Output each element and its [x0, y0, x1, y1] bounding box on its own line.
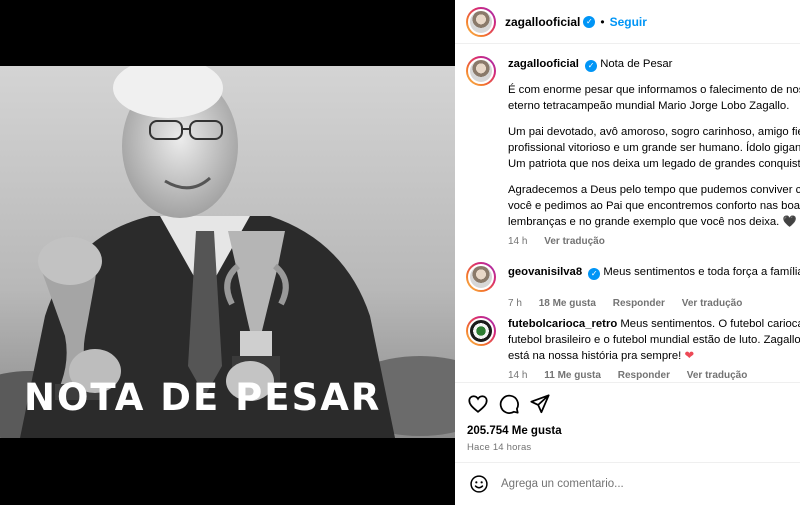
comment-time: 7 h	[508, 298, 522, 309]
separator-dot: •	[600, 14, 605, 29]
caption-time: 14 h	[508, 236, 528, 247]
comments-list[interactable]: zagallooficial ✓ Nota de Pesar É com eno…	[455, 44, 800, 382]
red-heart-icon: ❤	[684, 350, 694, 362]
comment-item: futebolcarioca_retro Meus sentimentos. O…	[466, 316, 800, 381]
commenter-avatar[interactable]	[466, 262, 496, 292]
caption-line: Agradecemos a Deus pelo tempo que pudemo…	[508, 184, 800, 196]
reply-button[interactable]: Responder	[613, 298, 665, 309]
post-time: Hace 14 horas	[467, 442, 532, 453]
post-photo[interactable]: NOTA DE PESAR	[0, 66, 455, 438]
overlay-title: NOTA DE PESAR	[24, 376, 382, 419]
caption-line: Um patriota que nos deixa um legado de g…	[508, 158, 800, 170]
caption-line: eterno tetracampeão mundial Mario Jorge …	[508, 100, 790, 112]
caption-line: você e pedimos ao Pai que encontremos co…	[508, 200, 800, 212]
verified-badge-icon: ✓	[588, 268, 601, 280]
caption-line: Um pai devotado, avô amoroso, sogro cari…	[508, 126, 800, 138]
comment-text: futebol brasileiro e o futebol mundial e…	[508, 334, 800, 346]
post-media: NOTA DE PESAR	[0, 0, 455, 505]
caption-avatar[interactable]	[466, 56, 496, 86]
like-heart-icon[interactable]	[467, 393, 489, 415]
comment-composer	[455, 462, 800, 505]
comment-time: 14 h	[508, 370, 528, 381]
caption: zagallooficial ✓ Nota de Pesar É com eno…	[466, 56, 800, 247]
verified-badge-icon: ✓	[583, 15, 596, 28]
comment-likes[interactable]: 18 Me gusta	[539, 298, 596, 309]
commenter-avatar[interactable]	[466, 316, 496, 346]
post-side-panel: zagallooficial ✓ • Seguir zagallooficial…	[455, 0, 800, 505]
commenter-username[interactable]: futebolcarioca_retro	[508, 318, 617, 330]
comment-text: está na nossa história pra sempre!	[508, 350, 682, 362]
commenter-username[interactable]: geovanisilva8	[508, 266, 582, 278]
translate-link[interactable]: Ver tradução	[544, 236, 605, 247]
comment-likes[interactable]: 11 Me gusta	[544, 370, 601, 381]
comment-item: geovanisilva8 ✓ Meus sentimentos e toda …	[466, 262, 800, 309]
reply-button[interactable]: Responder	[618, 370, 670, 381]
verified-badge-icon: ✓	[585, 60, 598, 72]
post-actions	[455, 382, 800, 422]
follow-button[interactable]: Seguir	[610, 15, 647, 29]
caption-line: profissional vitorioso e um grande ser h…	[508, 142, 800, 154]
author-avatar[interactable]	[466, 6, 496, 37]
caption-username[interactable]: zagallooficial	[508, 58, 579, 70]
comment-input[interactable]	[501, 478, 771, 490]
comment-text: Meus sentimentos. O futebol carioca, o	[620, 318, 800, 330]
translate-link[interactable]: Ver tradução	[682, 298, 743, 309]
translate-link[interactable]: Ver tradução	[687, 370, 748, 381]
post-header: zagallooficial ✓ • Seguir	[455, 0, 800, 44]
comment-bubble-icon[interactable]	[498, 393, 520, 415]
caption-line: lembranças e no grande exemplo que você …	[508, 216, 780, 228]
black-heart-icon: 🖤	[782, 216, 797, 228]
caption-line: É com enorme pesar que informamos o fale…	[508, 84, 800, 96]
caption-line: Nota de Pesar	[600, 58, 673, 70]
emoji-icon[interactable]	[469, 474, 489, 494]
comment-text: Meus sentimentos e toda força a família	[603, 266, 800, 278]
like-count[interactable]: 205.754 Me gusta	[467, 425, 562, 437]
author-username[interactable]: zagallooficial	[505, 15, 580, 29]
share-send-icon[interactable]	[529, 393, 551, 415]
